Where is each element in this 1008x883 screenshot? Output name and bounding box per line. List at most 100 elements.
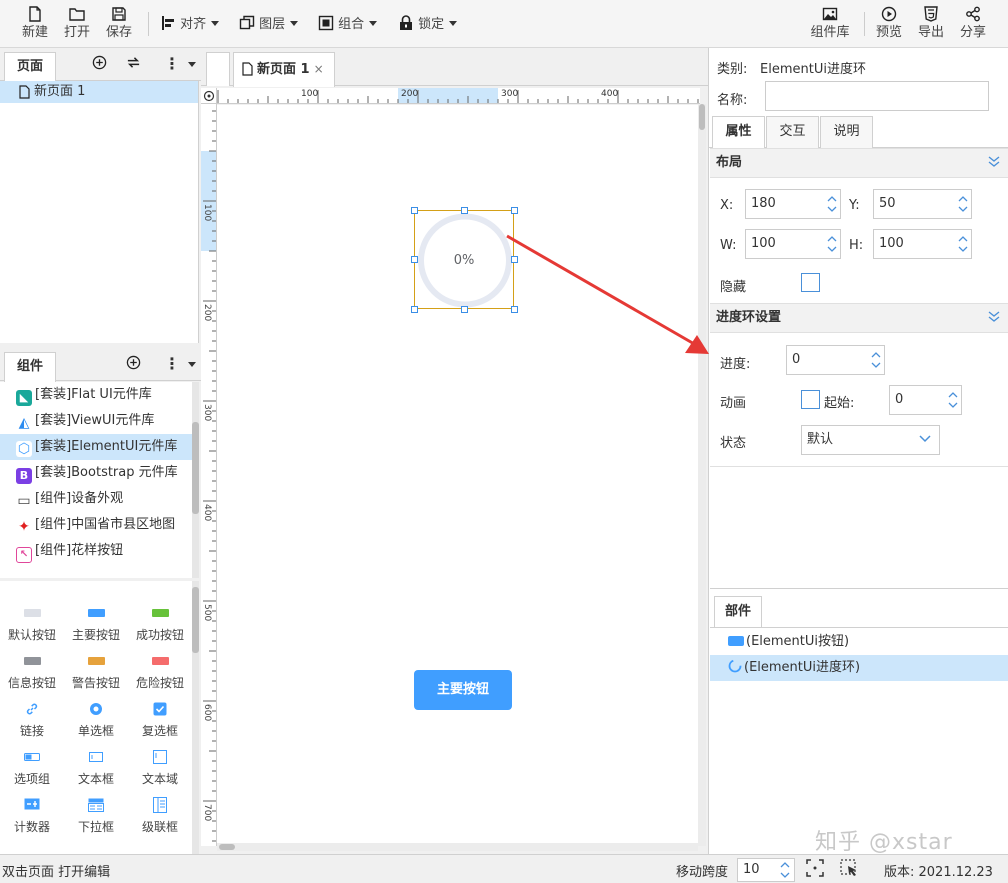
- progress-ring-widget[interactable]: 0%: [411, 207, 518, 313]
- widget-dropdown[interactable]: 下拉框: [64, 793, 128, 841]
- resize-handle[interactable]: [511, 306, 518, 313]
- refresh-icon[interactable]: [126, 55, 141, 74]
- scrollbar-thumb[interactable]: [192, 422, 199, 514]
- share-button[interactable]: 分享: [956, 4, 990, 46]
- widget-warning-button[interactable]: 警告按钮: [64, 649, 128, 697]
- library-label: [组件]设备外观: [35, 491, 124, 506]
- primary-button-widget[interactable]: 主要按钮: [414, 670, 512, 710]
- animation-checkbox[interactable]: [801, 390, 820, 409]
- library-item-fancy-button[interactable]: ↖ [组件]花样按钮: [0, 538, 192, 564]
- page-item[interactable]: 新页面 1: [0, 81, 198, 103]
- lock-dropdown[interactable]: 锁定: [398, 14, 458, 36]
- spinner-icon[interactable]: [947, 388, 959, 412]
- library-item-view-ui[interactable]: ◭ [套装]ViewUI元件库: [0, 408, 192, 434]
- resize-handle[interactable]: [411, 207, 418, 214]
- resize-handle[interactable]: [461, 207, 468, 214]
- state-select[interactable]: 默认: [801, 425, 940, 455]
- play-icon: [872, 4, 906, 24]
- library-label: [套装]ViewUI元件库: [35, 413, 155, 428]
- tab-new-page-1[interactable]: 新页面 1 ×: [233, 52, 335, 87]
- resize-handle[interactable]: [461, 306, 468, 313]
- widget-radio[interactable]: 单选框: [64, 697, 128, 745]
- widget-counter[interactable]: 计数器: [0, 793, 64, 841]
- resize-handle[interactable]: [411, 256, 418, 263]
- library-item-china-map[interactable]: ✦ [组件]中国省市县区地图: [0, 512, 192, 538]
- y-input[interactable]: 50: [873, 189, 972, 219]
- widget-scrollbar[interactable]: [192, 581, 199, 854]
- hidden-checkbox[interactable]: [801, 273, 820, 292]
- spinner-icon[interactable]: [957, 232, 969, 256]
- export-button[interactable]: 导出: [914, 4, 948, 46]
- tab-components[interactable]: 组件: [4, 352, 56, 382]
- horizontal-scrollbar[interactable]: [217, 843, 698, 851]
- library-item-device[interactable]: ▭ [组件]设备外观: [0, 486, 192, 512]
- tab-pages[interactable]: 页面: [4, 52, 56, 82]
- spinner-icon[interactable]: [826, 232, 838, 256]
- h-input[interactable]: 100: [873, 229, 972, 259]
- library-item-element-ui[interactable]: ⬡ [套装]ElementUI元件库: [0, 434, 192, 460]
- part-item-progress-ring[interactable]: (ElementUi进度环): [710, 655, 1008, 681]
- select-mode-icon[interactable]: [840, 859, 858, 881]
- resize-handle[interactable]: [411, 306, 418, 313]
- widget-success-button[interactable]: 成功按钮: [128, 601, 192, 649]
- spinner-icon[interactable]: [779, 860, 791, 880]
- library-item-bootstrap[interactable]: B [套装]Bootstrap 元件库: [0, 460, 192, 486]
- layer-dropdown[interactable]: 图层: [239, 14, 299, 36]
- save-button[interactable]: 保存: [102, 4, 136, 46]
- widget-checkbox[interactable]: 复选框: [128, 697, 192, 745]
- widget-primary-button[interactable]: 主要按钮: [64, 601, 128, 649]
- scrollbar-thumb[interactable]: [192, 587, 199, 653]
- double-chevron-down-icon[interactable]: [988, 310, 1000, 324]
- w-input[interactable]: 100: [745, 229, 841, 259]
- name-field[interactable]: [765, 81, 989, 111]
- tab-description[interactable]: 说明: [820, 116, 873, 148]
- step-input[interactable]: 10: [737, 858, 795, 882]
- tab-interaction[interactable]: 交互: [766, 116, 819, 148]
- align-dropdown[interactable]: 对齐: [160, 14, 220, 36]
- widget-textbox[interactable]: 文本框: [64, 745, 128, 793]
- tab-attributes[interactable]: 属性: [712, 116, 765, 149]
- resize-handle[interactable]: [511, 256, 518, 263]
- widget-danger-button[interactable]: 危险按钮: [128, 649, 192, 697]
- layout-section-header[interactable]: 布局: [710, 148, 1008, 178]
- close-tab-icon[interactable]: ×: [314, 62, 324, 76]
- document-tab-blank[interactable]: [206, 52, 230, 86]
- x-input[interactable]: 180: [745, 189, 841, 219]
- library-scrollbar[interactable]: [192, 382, 199, 578]
- widget-textarea[interactable]: 文本域: [128, 745, 192, 793]
- spinner-icon[interactable]: [957, 192, 969, 216]
- widget-link[interactable]: 链接: [0, 697, 64, 745]
- widget-option-group[interactable]: 选项组: [0, 745, 64, 793]
- spinner-icon[interactable]: [826, 192, 838, 216]
- vertical-scrollbar[interactable]: [698, 104, 706, 846]
- scrollbar-thumb[interactable]: [699, 104, 705, 130]
- add-component-icon[interactable]: [126, 355, 141, 374]
- double-chevron-down-icon[interactable]: [988, 155, 1000, 169]
- more-vertical-icon[interactable]: ⋮: [164, 55, 180, 73]
- new-button[interactable]: 新建: [18, 4, 52, 46]
- ruler-origin-icon[interactable]: [201, 88, 217, 104]
- library-item-flat-ui[interactable]: ◣ [套装]Flat UI元件库: [0, 382, 192, 408]
- fit-screen-icon[interactable]: [806, 859, 824, 881]
- caret-down-icon[interactable]: [188, 62, 196, 67]
- spinner-icon[interactable]: [870, 348, 882, 372]
- component-library-button[interactable]: 组件库: [808, 4, 852, 46]
- resize-handle[interactable]: [511, 207, 518, 214]
- open-button[interactable]: 打开: [60, 4, 94, 46]
- design-canvas[interactable]: 0% 主要按钮: [217, 105, 698, 847]
- scrollbar-thumb[interactable]: [219, 844, 235, 850]
- more-vertical-icon[interactable]: ⋮: [164, 355, 180, 373]
- section-divider: [710, 466, 1008, 467]
- widget-cascader[interactable]: 级联框: [128, 793, 192, 841]
- progress-input[interactable]: 0: [786, 345, 885, 375]
- caret-down-icon[interactable]: [188, 362, 196, 367]
- tab-parts[interactable]: 部件: [714, 596, 762, 627]
- add-page-icon[interactable]: [92, 55, 107, 74]
- widget-info-button[interactable]: 信息按钮: [0, 649, 64, 697]
- start-input[interactable]: 0: [889, 385, 962, 415]
- preview-button[interactable]: 预览: [872, 4, 906, 46]
- widget-default-button[interactable]: 默认按钮: [0, 601, 64, 649]
- part-item-button[interactable]: (ElementUi按钮): [710, 629, 1008, 655]
- progress-section-header[interactable]: 进度环设置: [710, 303, 1008, 333]
- group-dropdown[interactable]: 组合: [318, 14, 378, 36]
